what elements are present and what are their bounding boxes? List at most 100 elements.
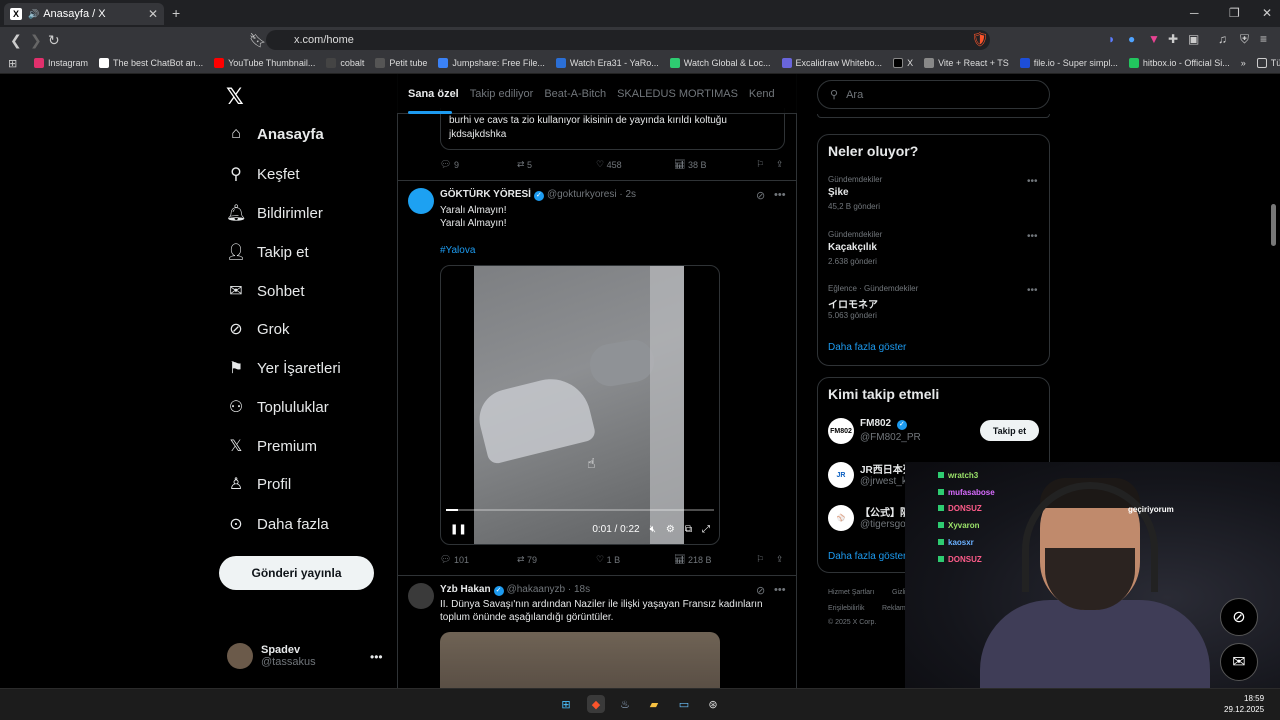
repost-button[interactable]: ⇄ 5	[517, 159, 596, 170]
fullscreen-icon[interactable]: ⤢	[702, 524, 710, 535]
bookmark-item[interactable]: cobalt	[326, 58, 364, 68]
avatar[interactable]: ⚾	[828, 505, 854, 531]
sidebar-item-notifications[interactable]: 🔔︎ Bildirimler	[226, 203, 323, 223]
sidebar-item-chat[interactable]: ✉ Sohbet	[226, 281, 304, 301]
tweet-time[interactable]: · 2s	[619, 189, 636, 200]
brave-browser-icon[interactable]: ◆	[587, 695, 605, 713]
sidebar-item-explore[interactable]: ⚲ Keşfet	[226, 164, 299, 184]
monitor-icon[interactable]: ▭	[675, 695, 693, 713]
sidebar-item-home[interactable]: ⌂ Anasayfa	[226, 125, 324, 143]
forward-icon[interactable]: ❯	[30, 32, 42, 49]
mute-icon[interactable]: 🔇︎	[650, 524, 656, 535]
share-icon[interactable]: ⇪	[776, 159, 784, 170]
minimize-icon[interactable]: ─	[1190, 6, 1199, 20]
follow-button[interactable]: Takip et	[980, 420, 1039, 441]
video-progress-track[interactable]	[446, 509, 714, 511]
sidebar-item-grok[interactable]: ⊘ Grok	[226, 319, 289, 339]
picture-in-picture-icon[interactable]: ⧉	[685, 524, 692, 535]
views-button[interactable]: 📊︎ 218 B	[674, 554, 756, 565]
file-explorer-icon[interactable]: ▰	[645, 695, 663, 713]
app-icon[interactable]: ⊛	[704, 695, 722, 713]
more-dots-icon[interactable]: •••	[1027, 285, 1038, 296]
extension-icon[interactable]: ●	[1128, 32, 1135, 46]
grok-button[interactable]: ⊘	[1220, 598, 1258, 636]
speaker-icon[interactable]: 🔊	[28, 9, 39, 20]
more-bookmarks-icon[interactable]: »	[1241, 58, 1246, 68]
tab-list[interactable]: Kend	[749, 88, 775, 100]
avatar[interactable]: FM802	[828, 418, 854, 444]
more-dots-icon[interactable]: •••	[774, 189, 786, 201]
apps-grid-icon[interactable]: ⊞	[8, 57, 17, 70]
browser-tab[interactable]: X 🔊 Anasayfa / X ✕	[4, 3, 164, 25]
back-icon[interactable]: ❮	[10, 32, 22, 49]
tab-for-you[interactable]: Sana özel	[408, 88, 459, 100]
like-button[interactable]: ♡ 1 B	[596, 554, 674, 565]
reply-button[interactable]: 💬︎ 9	[440, 159, 517, 170]
brave-shield-icon[interactable]: 🛡︎	[971, 31, 989, 48]
bookmark-item[interactable]: YouTube Thumbnail...	[214, 58, 315, 68]
bookmark-item[interactable]: Watch Global & Loc...	[669, 58, 771, 68]
share-icon[interactable]: ⇪	[776, 554, 784, 565]
tab-list[interactable]: SKALEDUS MORTIMAS	[617, 88, 738, 100]
more-dots-icon[interactable]: •••	[1027, 231, 1038, 242]
account-switcher[interactable]: Spadev @tassakus	[227, 643, 316, 669]
author-name[interactable]: Yzb Hakan	[440, 584, 491, 595]
bookmark-item[interactable]: Instagram	[34, 58, 88, 68]
bookmark-item[interactable]: Watch Era31 - YaRo...	[555, 58, 659, 68]
bookmark-item[interactable]: The best ChatBot an...	[99, 58, 203, 68]
quoted-tweet[interactable]: burhi ve cavs ta zio kullanıyor ikisinin…	[440, 108, 785, 150]
avatar[interactable]: JR	[828, 462, 854, 488]
address-bar[interactable]: x.com/home	[266, 30, 990, 50]
like-button[interactable]: ♡ 458	[596, 159, 674, 170]
show-more-link[interactable]: Daha fazla göster	[828, 551, 906, 562]
grok-icon[interactable]: ⊘	[756, 189, 765, 202]
pause-icon[interactable]: ❚❚	[450, 524, 467, 535]
new-tab-icon[interactable]: +	[172, 5, 180, 21]
bookmark-page-icon[interactable]: 🔖︎	[249, 32, 267, 49]
window-close-icon[interactable]: ✕	[1262, 6, 1272, 20]
more-dots-icon[interactable]: •••	[774, 584, 786, 596]
bookmark-item[interactable]: Jumpshare: Free File...	[438, 58, 545, 68]
system-clock[interactable]: 18:59 29.12.2025	[1224, 693, 1264, 715]
reply-button[interactable]: 💬︎ 101	[440, 554, 517, 565]
all-bookmarks-folder[interactable]: Tüm Yer İşaretleri	[1256, 58, 1280, 68]
avatar[interactable]	[408, 188, 434, 214]
reload-icon[interactable]: ↻	[48, 32, 60, 49]
more-dots-icon[interactable]: •••	[1027, 176, 1038, 187]
bookmark-item[interactable]: hitbox.io - Official Si...	[1128, 58, 1230, 68]
more-dots-icon[interactable]: •••	[370, 650, 383, 664]
windows-start-icon[interactable]: ⊞	[557, 695, 575, 713]
tweet-time[interactable]: · 18s	[568, 584, 590, 595]
bookmark-item[interactable]: Petit tube	[375, 58, 427, 68]
bookmark-icon[interactable]: ⚐	[756, 159, 776, 170]
extension-icon[interactable]: ▼	[1148, 32, 1160, 46]
maximize-icon[interactable]: ❐	[1229, 6, 1240, 20]
menu-icon[interactable]: ≡	[1260, 32, 1267, 46]
bookmark-item[interactable]: Excalidraw Whitebo...	[781, 58, 882, 68]
extension-icon[interactable]: ◗	[1108, 32, 1115, 46]
sidebar-item-profile[interactable]: ♙ Profil	[226, 474, 291, 494]
bookmark-item[interactable]: X	[893, 58, 913, 68]
trend-name[interactable]: イロモネア	[828, 296, 878, 311]
author-handle[interactable]: @hakaanyzb	[507, 584, 566, 595]
author-handle[interactable]: @gokturkyoresi	[547, 189, 617, 200]
hashtag-link[interactable]: #Yalova	[440, 244, 475, 257]
steam-icon[interactable]: ♨	[616, 695, 634, 713]
views-button[interactable]: 📊︎ 38 B	[674, 159, 756, 170]
sidebar-item-bookmarks[interactable]: ⚑ Yer İşaretleri	[226, 358, 341, 378]
search-input[interactable]: ⚲ Ara	[817, 80, 1050, 109]
post-button[interactable]: Gönderi yayınla	[219, 556, 374, 590]
bookmark-item[interactable]: Vite + React + TS	[924, 58, 1009, 68]
close-tab-icon[interactable]: ✕	[148, 7, 158, 21]
sidebar-toggle-icon[interactable]: ▣	[1188, 32, 1199, 46]
sidebar-item-communities[interactable]: ⚇ Topluluklar	[226, 397, 329, 417]
x-logo-icon[interactable]: 𝕏	[226, 84, 244, 110]
tab-list[interactable]: Beat-A-Bitch	[544, 88, 606, 100]
tweet-image[interactable]	[440, 632, 720, 688]
show-more-link[interactable]: Daha fazla göster	[828, 342, 906, 353]
grok-icon[interactable]: ⊘	[756, 584, 765, 597]
footer-link[interactable]: Erişilebilirlik	[828, 605, 865, 612]
suggested-name[interactable]: FM802 ✓	[860, 418, 910, 430]
repost-button[interactable]: ⇄ 79	[517, 554, 596, 565]
avatar[interactable]	[408, 583, 434, 609]
